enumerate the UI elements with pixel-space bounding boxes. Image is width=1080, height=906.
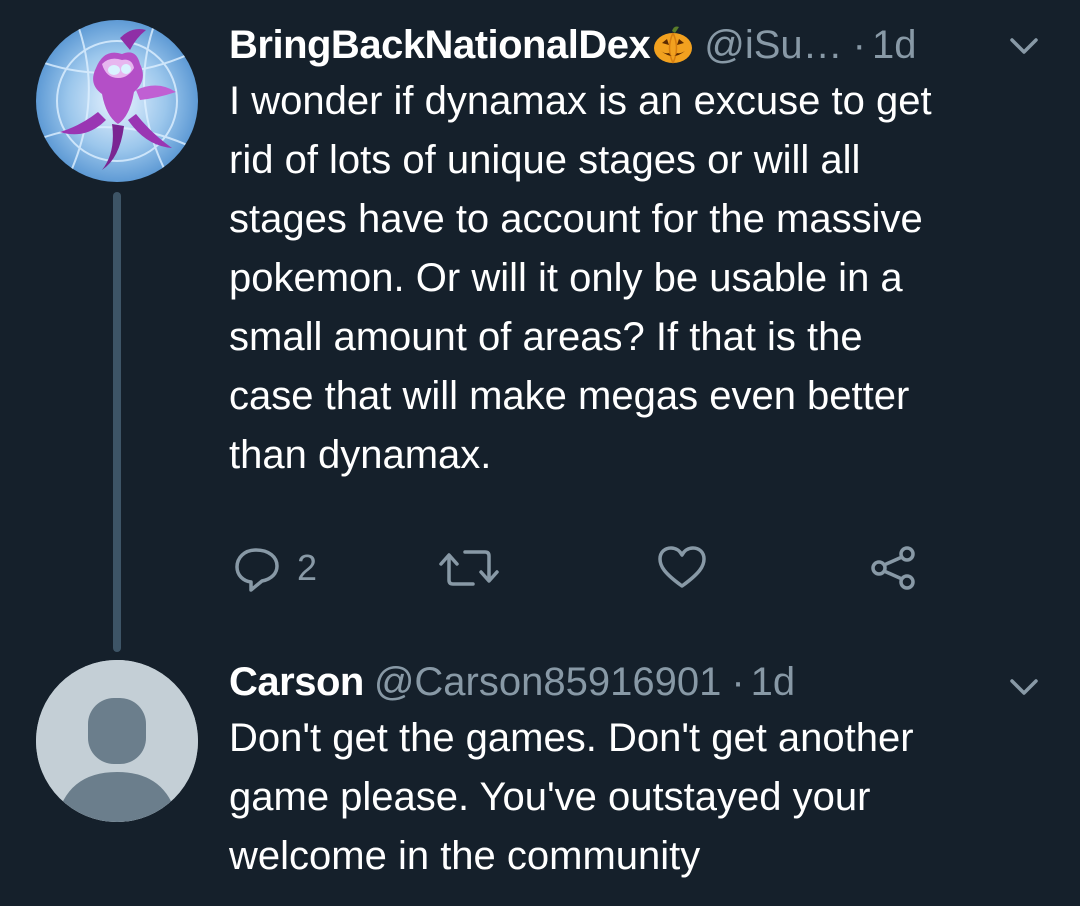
default-profile-avatar-icon [36,660,198,822]
tweet-actions: 2 [229,540,929,600]
timestamp[interactable]: 1d [751,657,796,707]
like-button[interactable] [654,540,710,596]
jack-o-lantern-icon [652,25,694,65]
tweet-text: Don't get the games. Don't get another g… [229,716,914,878]
share-icon [871,546,915,590]
separator-dot: · [731,660,745,704]
tweet-header: Carson @Carson85916901 · 1d [229,657,1040,707]
retweet-icon [439,550,499,586]
reply-button[interactable]: 2 [229,540,317,596]
chevron-down-icon[interactable] [1008,34,1040,58]
display-name[interactable]: BringBackNationalDex [229,20,651,70]
user-handle[interactable]: @iSu… [704,20,842,70]
tweet-header: BringBackNationalDex @iSu… · 1d [229,20,1040,70]
reply-count: 2 [297,547,318,588]
tweet-text: I wonder if dynamax is an excuse to get … [229,79,932,477]
avatar[interactable] [36,20,198,182]
avatar[interactable] [36,660,198,822]
pokemon-character-avatar-icon [36,20,198,182]
share-button[interactable] [865,540,921,596]
chevron-down-icon[interactable] [1008,675,1040,699]
heart-icon [658,546,706,588]
separator-dot: · [852,23,866,67]
display-name[interactable]: Carson [229,657,364,707]
user-handle[interactable]: @Carson85916901 [374,657,722,707]
reply-icon [235,548,279,592]
thread-connector-line [113,192,121,652]
retweet-button[interactable] [437,540,501,596]
timestamp[interactable]: 1d [872,20,917,70]
